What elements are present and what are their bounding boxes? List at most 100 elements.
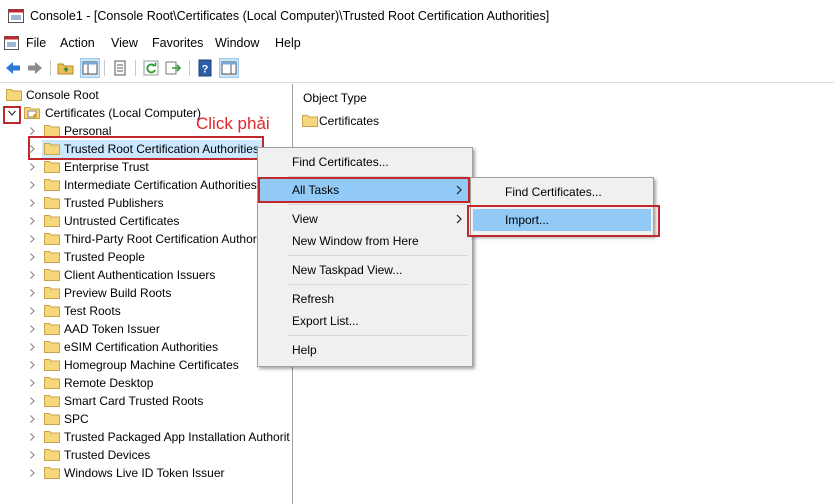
show-hide-tree-icon[interactable] (80, 58, 100, 78)
chevron-right-icon[interactable] (28, 127, 36, 135)
chevron-right-icon[interactable] (28, 199, 36, 207)
menu-item-find-certificates-sub[interactable]: Find Certificates... (473, 181, 651, 203)
folder-icon (44, 413, 60, 425)
tree-item-store[interactable]: eSIM Certification Authorities (0, 338, 290, 356)
export-list-icon[interactable] (164, 59, 182, 77)
menu-file[interactable]: File (26, 36, 46, 50)
menu-item-refresh[interactable]: Refresh (260, 288, 470, 310)
chevron-right-icon[interactable] (28, 325, 36, 333)
menu-action[interactable]: Action (60, 36, 95, 50)
menu-item-label: Refresh (292, 292, 335, 306)
folder-icon (44, 467, 60, 479)
menu-item-help[interactable]: Help (260, 339, 470, 361)
tree-item-store[interactable]: Homegroup Machine Certificates (0, 356, 290, 374)
tree-item-store[interactable]: Trusted Devices (0, 446, 290, 464)
chevron-right-icon[interactable] (28, 343, 36, 351)
tree-item-store[interactable]: Remote Desktop (0, 374, 290, 392)
menu-item-label: Find Certificates... (292, 155, 389, 169)
folder-icon (44, 179, 60, 191)
folder-icon (44, 197, 60, 209)
folder-icon (44, 269, 60, 281)
list-item-certificates[interactable]: Certificates (300, 111, 420, 129)
tree-item-console-root[interactable]: Console Root (0, 86, 290, 104)
tree-item-store[interactable]: Untrusted Certificates (0, 212, 290, 230)
all-tasks-highlight-box (258, 177, 470, 203)
tree-item-store[interactable]: Test Roots (0, 302, 290, 320)
properties-icon[interactable] (111, 59, 129, 77)
folder-icon (302, 115, 318, 127)
menu-help[interactable]: Help (275, 36, 301, 50)
folder-icon (44, 233, 60, 245)
chevron-right-icon[interactable] (28, 163, 36, 171)
toolbar-separator (189, 60, 190, 76)
menu-item-label: New Window from Here (292, 234, 419, 248)
menu-favorites[interactable]: Favorites (152, 36, 203, 50)
tree-item-store[interactable]: Smart Card Trusted Roots (0, 392, 290, 410)
menu-separator (288, 204, 468, 205)
folder-icon (44, 251, 60, 263)
folder-icon (44, 287, 60, 299)
folder-icon (44, 341, 60, 353)
column-header-object-type[interactable]: Object Type (303, 91, 367, 105)
menu-item-label: View (292, 212, 318, 226)
folder-icon (44, 431, 60, 443)
menu-item-new-taskpad[interactable]: New Taskpad View... (260, 259, 470, 281)
menu-bar: File Action View Favorites Window Help (0, 32, 834, 54)
menu-window[interactable]: Window (215, 36, 259, 50)
tree-item-store[interactable]: Client Authentication Issuers (0, 266, 290, 284)
chevron-right-icon[interactable] (28, 235, 36, 243)
chevron-right-icon[interactable] (28, 289, 36, 297)
chevron-right-icon[interactable] (28, 469, 36, 477)
tree-item-store[interactable]: Third-Party Root Certification Authori (0, 230, 290, 248)
refresh-icon[interactable] (142, 59, 160, 77)
menu-view[interactable]: View (111, 36, 138, 50)
svg-text:?: ? (202, 64, 209, 76)
forward-arrow-icon[interactable] (26, 59, 44, 77)
up-folder-icon[interactable] (57, 59, 75, 77)
back-arrow-icon[interactable] (4, 59, 22, 77)
chevron-right-icon[interactable] (28, 307, 36, 315)
chevron-right-icon[interactable] (28, 379, 36, 387)
chevron-right-icon[interactable] (28, 361, 36, 369)
tree-item-label: Client Authentication Issuers (64, 268, 216, 282)
chevron-right-icon[interactable] (28, 181, 36, 189)
window-title: Console1 - [Console Root\Certificates (L… (30, 9, 550, 23)
tree-item-store[interactable]: Preview Build Roots (0, 284, 290, 302)
tree-item-store[interactable]: SPC (0, 410, 290, 428)
import-highlight-box (467, 205, 660, 237)
help-icon[interactable]: ? (196, 59, 214, 77)
tree-item-store[interactable]: Trusted Publishers (0, 194, 290, 212)
tree-item-store[interactable]: Windows Live ID Token Issuer (0, 464, 290, 482)
toolbar-separator (135, 60, 136, 76)
chevron-right-icon (456, 214, 462, 224)
console-icon[interactable] (4, 36, 19, 50)
folder-icon (44, 215, 60, 227)
menu-item-label: New Taskpad View... (292, 263, 403, 277)
tree-item-label: Trusted Publishers (64, 196, 164, 210)
tree-item-store[interactable]: Intermediate Certification Authorities (0, 176, 290, 194)
tree-item-store[interactable]: AAD Token Issuer (0, 320, 290, 338)
tree-item-label: Test Roots (64, 304, 121, 318)
column-header-row: Object Type (294, 84, 834, 108)
menu-item-view[interactable]: View (260, 208, 470, 230)
chevron-right-icon[interactable] (28, 415, 36, 423)
chevron-right-icon[interactable] (28, 217, 36, 225)
folder-icon (44, 377, 60, 389)
tree-item-label: Console Root (26, 88, 99, 102)
tree-item-store[interactable]: Trusted People (0, 248, 290, 266)
menu-item-new-window[interactable]: New Window from Here (260, 230, 470, 252)
menu-item-find-certificates[interactable]: Find Certificates... (260, 151, 470, 173)
folder-icon (6, 89, 22, 101)
action-pane-icon[interactable] (219, 58, 239, 78)
chevron-right-icon[interactable] (28, 271, 36, 279)
chevron-right-icon[interactable] (28, 433, 36, 441)
folder-icon (44, 161, 60, 173)
menu-item-label: Export List... (292, 314, 359, 328)
tree-item-store[interactable]: Enterprise Trust (0, 158, 290, 176)
chevron-right-icon[interactable] (28, 397, 36, 405)
chevron-right-icon[interactable] (28, 253, 36, 261)
tree-item-store[interactable]: Trusted Packaged App Installation Author… (0, 428, 290, 446)
tree-item-label: Trusted Packaged App Installation Author… (64, 430, 290, 444)
chevron-right-icon[interactable] (28, 451, 36, 459)
menu-item-export-list[interactable]: Export List... (260, 310, 470, 332)
